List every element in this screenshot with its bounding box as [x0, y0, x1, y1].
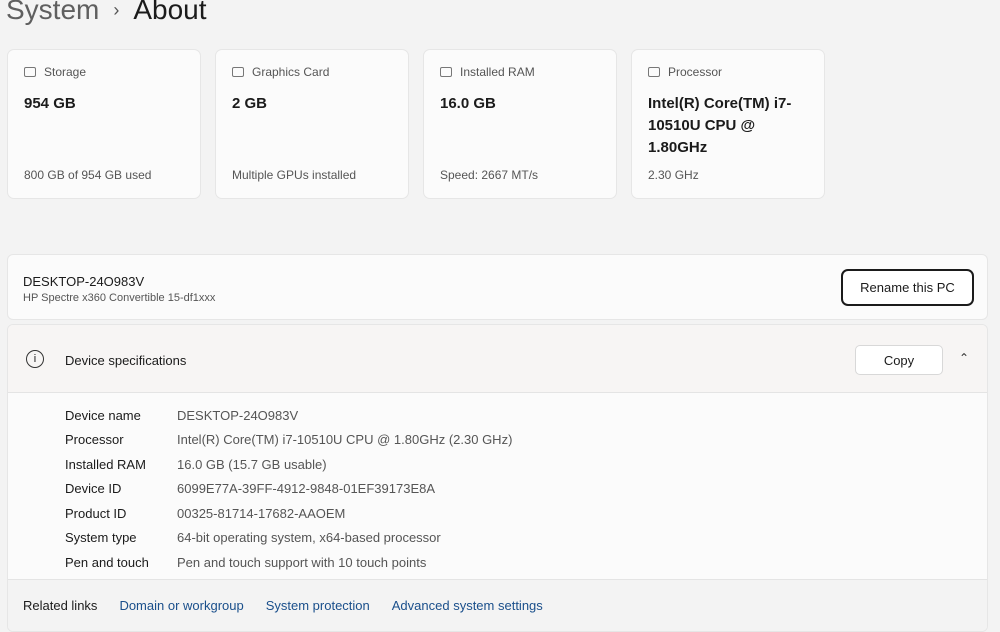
spec-row: Device name DESKTOP-24O983V	[65, 403, 987, 428]
rename-pc-button[interactable]: Rename this PC	[841, 269, 974, 306]
info-icon: i	[26, 350, 44, 368]
spec-row: Processor Intel(R) Core(TM) i7-10510U CPU…	[65, 428, 987, 453]
card-ram: Installed RAM 16.0 GB Speed: 2667 MT/s	[423, 49, 617, 199]
card-sub: Speed: 2667 MT/s	[440, 168, 539, 182]
page-title: About	[133, 0, 207, 25]
card-value: 954 GB	[24, 95, 76, 112]
card-value: 2 GB	[232, 95, 268, 112]
spec-value: 00325-81714-17682-AAOEM	[177, 505, 346, 521]
related-links-label: Related links	[23, 598, 98, 613]
card-graphics: Graphics Card 2 GB Multiple GPUs installed	[215, 49, 409, 199]
card-sub: 2.30 GHz	[648, 168, 699, 182]
card-storage: Storage 954 GB 800 GB of 954 GB used	[7, 49, 201, 199]
card-label: Graphics Card	[252, 65, 330, 79]
spec-value: 64-bit operating system, x64-based proce…	[177, 530, 441, 546]
related-links: Related links Domain or workgroup System…	[8, 579, 987, 631]
processor-icon	[648, 67, 660, 77]
pc-model: HP Spectre x360 Convertible 15-df1xxx	[23, 292, 216, 304]
spec-value: Intel(R) Core(TM) i7-10510U CPU @ 1.80GH…	[177, 432, 513, 448]
spec-key: Product ID	[65, 505, 127, 521]
pc-name: DESKTOP-24O983V	[23, 274, 145, 289]
spec-key: Installed RAM	[65, 456, 146, 472]
device-specifications-panel: i Device specifications Copy ⌃ Device na…	[7, 324, 988, 632]
spec-key: Pen and touch	[65, 554, 149, 570]
spec-key: Device ID	[65, 481, 122, 497]
spec-rows: Device name DESKTOP-24O983V Processor Inte…	[8, 393, 987, 575]
graphics-card-icon	[232, 67, 244, 77]
card-label: Processor	[668, 65, 723, 79]
spec-key: System type	[65, 530, 137, 546]
pc-name-panel: DESKTOP-24O983V HP Spectre x360 Converti…	[7, 254, 988, 320]
card-value: Intel(R) Core(TM) i7-10510U CPU @ 1.80GH…	[648, 95, 792, 156]
card-sub: 800 GB of 954 GB used	[24, 168, 152, 182]
spec-row: Device ID 6099E77A-39FF-4912-9848-01EF391…	[65, 477, 987, 502]
section-title: Device specifications	[65, 353, 187, 368]
spec-row: System type 64-bit operating system, x64-…	[65, 526, 987, 551]
device-specifications-header[interactable]: i Device specifications Copy ⌃	[8, 325, 987, 393]
copy-button[interactable]: Copy	[855, 345, 943, 375]
spec-row: Installed RAM 16.0 GB (15.7 GB usable)	[65, 452, 987, 477]
spec-row: Product ID 00325-81714-17682-AAOEM	[65, 501, 987, 526]
spec-row: Pen and touch Pen and touch support with …	[65, 550, 987, 575]
spec-value: Pen and touch support with 10 touch poin…	[177, 554, 427, 570]
card-label: Installed RAM	[460, 65, 535, 79]
spec-value: 6099E77A-39FF-4912-9848-01EF39173E8A	[177, 481, 436, 497]
chevron-up-icon[interactable]: ⌃	[959, 351, 969, 365]
link-system-protection[interactable]: System protection	[266, 598, 370, 613]
spec-key: Device name	[65, 407, 141, 423]
chevron-right-icon: ›	[113, 0, 120, 20]
breadcrumb-system[interactable]: System	[6, 0, 99, 26]
breadcrumb: System › About	[6, 0, 207, 26]
card-label: Storage	[44, 65, 87, 79]
link-advanced-system-settings[interactable]: Advanced system settings	[392, 598, 543, 613]
spec-key: Processor	[65, 432, 124, 448]
card-processor: Processor Intel(R) Core(TM) i7-10510U CPU…	[631, 49, 825, 199]
link-domain-or-workgroup[interactable]: Domain or workgroup	[119, 598, 243, 613]
card-sub: Multiple GPUs installed	[232, 168, 357, 182]
storage-icon	[24, 67, 36, 77]
ram-icon	[440, 67, 452, 77]
card-value: 16.0 GB	[440, 95, 496, 112]
spec-cards: Storage 954 GB 800 GB of 954 GB used Graph…	[7, 49, 825, 199]
spec-value: DESKTOP-24O983V	[177, 407, 299, 423]
spec-value: 16.0 GB (15.7 GB usable)	[177, 456, 327, 472]
